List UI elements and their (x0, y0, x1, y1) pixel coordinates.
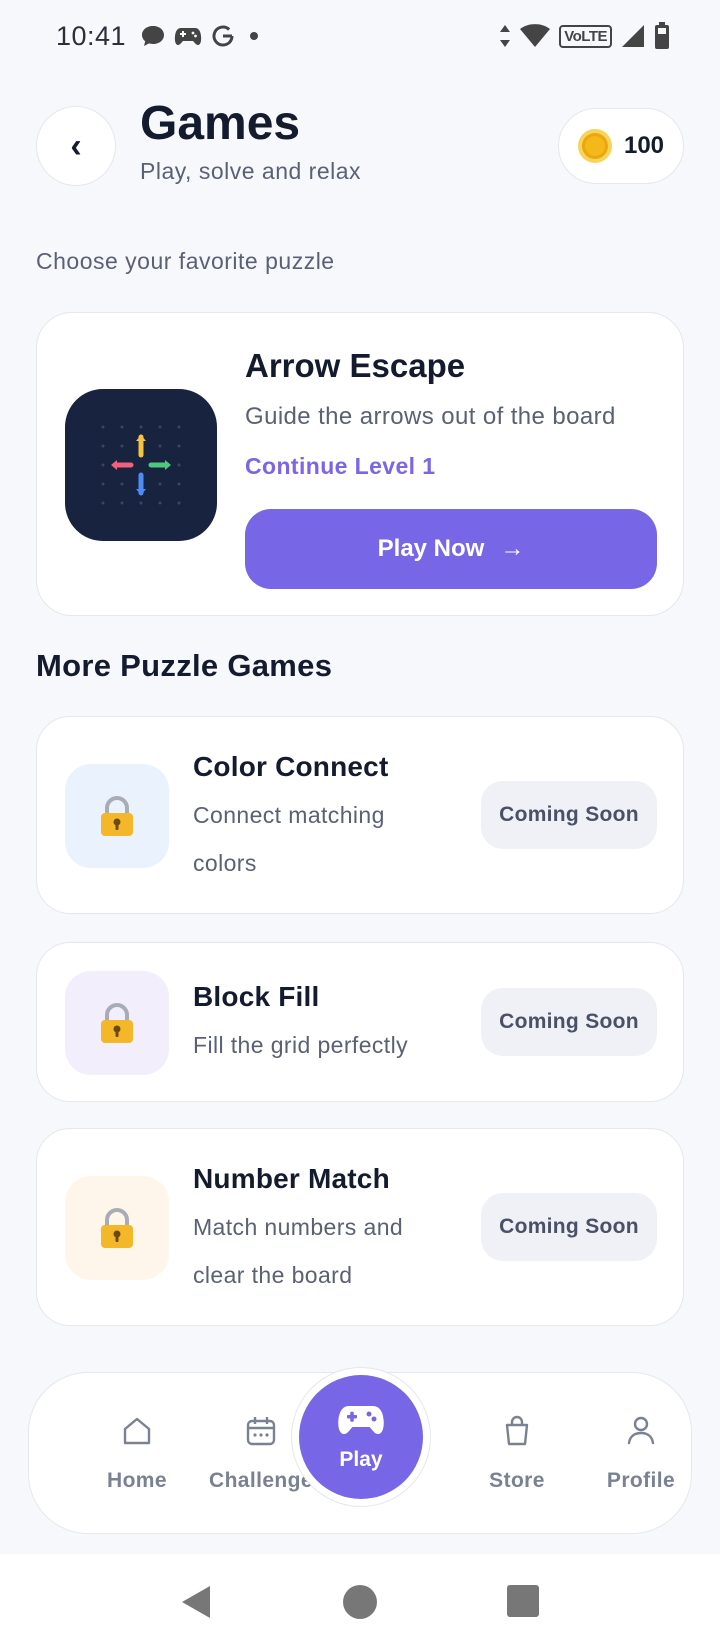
gamepad-icon (174, 28, 202, 45)
notification-icons (140, 23, 259, 49)
game-thumbnail (65, 1176, 169, 1280)
coming-soon-button[interactable]: Coming Soon (481, 1193, 657, 1261)
system-back-icon[interactable] (178, 1584, 214, 1620)
game-title: Number Match (193, 1163, 390, 1194)
google-g-icon (212, 25, 234, 47)
arrow-right-icon: → (500, 535, 525, 562)
calendar-icon (246, 1417, 276, 1446)
volte-badge: VoLTE (559, 24, 612, 48)
game-thumbnail (65, 971, 169, 1075)
play-now-label: Play Now (377, 535, 485, 562)
play-button[interactable]: Play (299, 1375, 423, 1499)
status-bar: 10:41 VoLTE (0, 0, 720, 72)
signal-icon (622, 25, 644, 47)
bottom-navigation: Home Challenge Play Store Profile (28, 1367, 692, 1534)
nav-label: Challenge (209, 1469, 313, 1492)
more-games-title: More Puzzle Games (36, 648, 333, 683)
nav-profile[interactable]: Profile (581, 1413, 701, 1513)
nav-play[interactable]: Play (291, 1367, 431, 1507)
game-description: Connect matching colors (193, 802, 385, 876)
game-description: Fill the grid perfectly (193, 1032, 408, 1058)
back-button[interactable]: ‹ (36, 106, 116, 186)
game-card-color-connect[interactable]: Color Connect Connect matching colors Co… (36, 716, 684, 914)
nav-label: Home (107, 1469, 167, 1492)
game-title: Color Connect (193, 751, 389, 782)
chat-bubble-icon (142, 26, 165, 46)
battery-icon (655, 22, 669, 49)
game-card-block-fill[interactable]: Block Fill Fill the grid perfectly Comin… (36, 942, 684, 1102)
coin-balance[interactable]: 100 (558, 108, 684, 184)
lock-icon (101, 796, 133, 836)
featured-game-card[interactable]: Arrow Escape Guide the arrows out of the… (36, 312, 684, 616)
game-title: Block Fill (193, 981, 320, 1012)
game-card-number-match[interactable]: Number Match Match numbers and clear the… (36, 1128, 684, 1326)
shopping-bag-icon (505, 1415, 529, 1446)
featured-description: Guide the arrows out of the board (245, 403, 616, 430)
user-icon (627, 1416, 655, 1445)
system-recents-icon[interactable] (506, 1584, 540, 1618)
coin-value: 100 (623, 132, 665, 159)
nav-label: Store (489, 1469, 545, 1492)
coin-icon (577, 129, 612, 163)
data-arrows-icon (500, 25, 511, 47)
wifi-icon (520, 24, 551, 47)
continue-level-link[interactable]: Continue Level 1 (245, 453, 435, 480)
featured-title: Arrow Escape (245, 347, 466, 384)
game-description: Match numbers and clear the board (193, 1214, 404, 1288)
section-intro: Choose your favorite puzzle (36, 248, 335, 274)
system-navigation-bar (0, 1554, 720, 1650)
nav-store[interactable]: Store (457, 1413, 577, 1513)
page-subtitle: Play, solve and relax (140, 158, 362, 184)
nav-home[interactable]: Home (77, 1413, 197, 1513)
play-now-button[interactable]: Play Now → (245, 509, 657, 589)
coming-soon-button[interactable]: Coming Soon (481, 781, 657, 849)
gamepad-icon (338, 1406, 384, 1434)
page-title: Games (140, 97, 301, 150)
nav-play-label: Play (339, 1448, 383, 1471)
home-icon (123, 1417, 151, 1445)
more-notifications-icon (250, 32, 259, 40)
header: ‹ Games Play, solve and relax 100 (36, 96, 684, 236)
status-time: 10:41 (56, 20, 127, 51)
chevron-left-icon: ‹ (70, 126, 82, 165)
coming-soon-button[interactable]: Coming Soon (481, 988, 657, 1056)
nav-label: Profile (606, 1469, 676, 1492)
arrow-escape-thumbnail (65, 389, 217, 541)
lock-icon (101, 1003, 133, 1043)
status-right: VoLTE (499, 22, 670, 50)
arrow-escape-icon (101, 425, 181, 505)
system-home-icon[interactable] (342, 1584, 378, 1620)
game-thumbnail (65, 764, 169, 868)
status-left: 10:41 (56, 20, 259, 52)
lock-icon (101, 1208, 133, 1248)
